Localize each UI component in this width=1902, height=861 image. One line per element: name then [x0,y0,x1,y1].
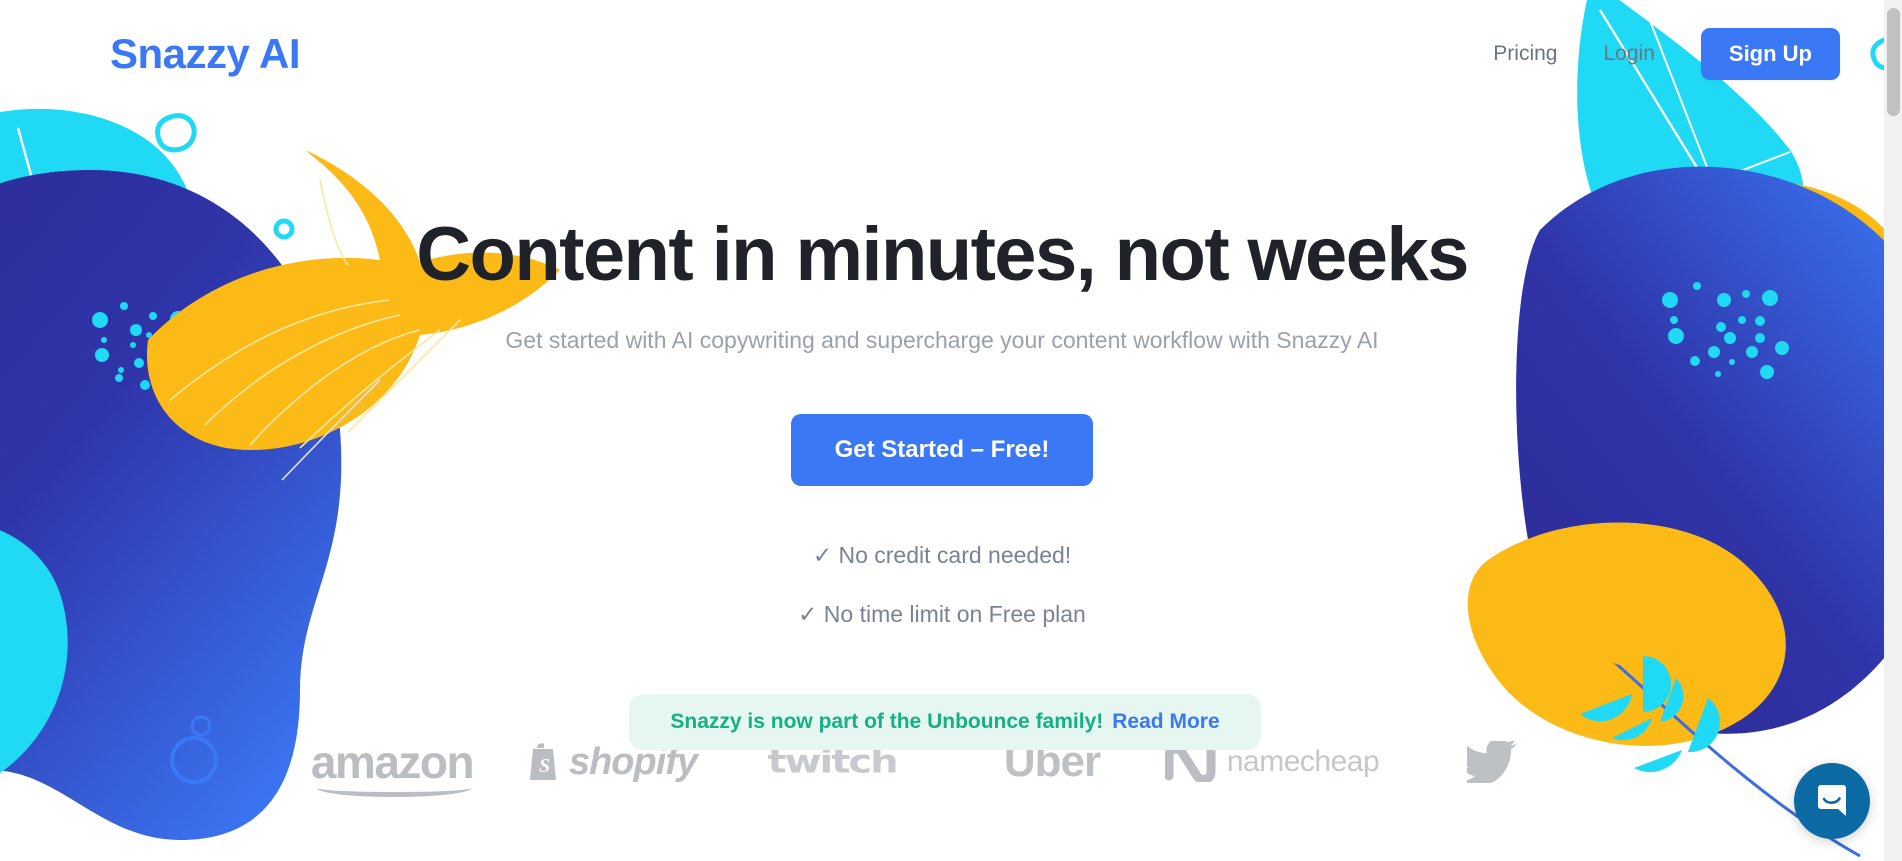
cyan-ring-small-left [273,218,295,240]
main-nav: Pricing Login Sign Up [1493,28,1840,80]
twitter-bird-icon [1467,741,1517,783]
read-more-link[interactable]: Read More [1112,710,1219,734]
logo-twitter [1382,741,1602,783]
shopify-bag-icon: S [529,743,556,780]
nav-link-pricing[interactable]: Pricing [1493,42,1557,66]
unbounce-banner-text: Snazzy is now part of the Unbounce famil… [670,710,1104,733]
get-started-button[interactable]: Get Started – Free! [790,413,1094,486]
right-dot-cluster [1662,282,1789,379]
page-scrollbar-track[interactable] [1884,0,1902,861]
cyan-pebble-outline-left [155,113,197,153]
logo-amazon: amazon [282,739,502,797]
page-root: Snazzy AI Pricing Login Sign Up Content … [0,0,1902,861]
unbounce-announcement-banner: Snazzy is now part of the Unbounce famil… [629,694,1261,750]
right-indigo-blob [1516,166,1902,734]
chat-bubble-smile-icon [1818,785,1846,816]
left-dot-cluster [92,302,186,390]
intercom-chat-launcher[interactable] [1794,763,1870,839]
page-title: Content in minutes, not weeks [416,212,1469,297]
logo-namecheap-label: namecheap [1226,745,1380,778]
page-scrollbar-thumb[interactable] [1887,8,1900,116]
amazon-smile-icon [316,779,472,797]
hero-subtitle: Get started with AI copywriting and supe… [505,326,1379,353]
perk-no-credit-card: ✓ No credit card needed! [812,541,1072,568]
left-cyan-leaf-top [0,108,200,511]
site-header: Snazzy AI Pricing Login Sign Up [0,0,1884,108]
brand-logo[interactable]: Snazzy AI [110,33,301,75]
sign-up-button[interactable]: Sign Up [1700,28,1840,80]
right-yellow-blob-lower [1467,522,1786,746]
perk-no-time-limit: ✓ No time limit on Free plan [798,600,1086,627]
svg-text:S: S [539,755,550,777]
right-yellow-blob-upper [1616,181,1902,431]
nav-link-login[interactable]: Login [1604,42,1655,66]
left-yellow-leaf [146,150,561,481]
